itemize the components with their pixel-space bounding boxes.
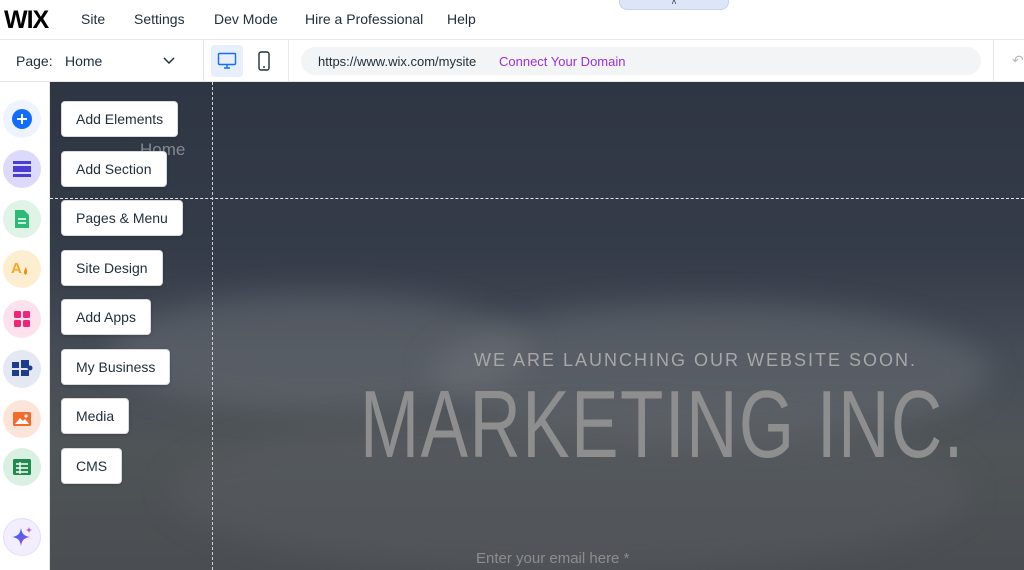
menu-settings[interactable]: Settings: [134, 11, 185, 27]
desktop-icon: [217, 52, 237, 69]
apps-grid-icon: [14, 311, 30, 327]
divider: [288, 40, 289, 82]
tooltip-media[interactable]: Media: [61, 398, 130, 434]
divider: [203, 40, 204, 82]
tooltip-pages-menu[interactable]: Pages & Menu: [61, 200, 183, 236]
divider: [993, 40, 994, 82]
tooltip-cms[interactable]: CMS: [61, 448, 123, 484]
sparkle-icon: [12, 527, 32, 546]
chevron-down-icon[interactable]: [161, 52, 177, 68]
chevron-up-icon: ˄: [671, 0, 677, 7]
undo-icon[interactable]: ↶: [1012, 52, 1024, 69]
menu-site[interactable]: Site: [81, 11, 105, 27]
tooltip-my-business[interactable]: My Business: [61, 349, 171, 385]
gridline-guide: [212, 82, 213, 570]
url-bar[interactable]: https://www.wix.com/mysite Connect Your …: [301, 47, 981, 75]
site-design-button[interactable]: A: [3, 250, 41, 288]
design-icon: A: [11, 260, 28, 277]
my-business-button[interactable]: [3, 350, 41, 388]
business-icon: [12, 360, 33, 376]
page-selector[interactable]: Home: [65, 53, 102, 69]
tooltip-add-apps[interactable]: Add Apps: [61, 299, 151, 335]
page-icon: [15, 210, 29, 228]
cms-button[interactable]: [3, 448, 41, 486]
table-icon: [13, 459, 31, 475]
section-icon: [13, 161, 31, 177]
company-title[interactable]: MARKETING INC.: [360, 370, 965, 480]
media-button[interactable]: [3, 400, 41, 438]
add-apps-button[interactable]: [3, 300, 41, 338]
site-url[interactable]: https://www.wix.com/mysite: [318, 54, 476, 69]
plus-circle-icon: [12, 109, 32, 129]
site-canvas[interactable]: Home WE ARE LAUNCHING OUR WEBSITE SOON. …: [50, 82, 1024, 570]
pages-menu-button[interactable]: [3, 200, 41, 238]
wix-logo[interactable]: WIX: [4, 6, 49, 35]
image-icon: [13, 412, 31, 426]
add-section-button[interactable]: [3, 150, 41, 188]
ai-assistant-button[interactable]: [3, 518, 41, 556]
collapse-toolbar-button[interactable]: ˄: [619, 0, 729, 10]
menu-hire-professional[interactable]: Hire a Professional: [305, 11, 423, 27]
mobile-icon: [258, 51, 270, 71]
menu-dev-mode[interactable]: Dev Mode: [214, 11, 278, 27]
desktop-view-button[interactable]: [211, 45, 243, 77]
header-guide-line: [50, 198, 1024, 199]
menu-help[interactable]: Help: [447, 11, 476, 27]
email-input[interactable]: Enter your email here *: [476, 550, 629, 567]
svg-text:A: A: [11, 260, 22, 277]
left-sidebar: A: [0, 82, 50, 570]
mobile-view-button[interactable]: [248, 45, 280, 77]
tooltip-site-design[interactable]: Site Design: [61, 250, 163, 286]
connect-domain-link[interactable]: Connect Your Domain: [499, 54, 625, 69]
tooltip-add-elements[interactable]: Add Elements: [61, 101, 179, 137]
top-bar: WIX Site Settings Dev Mode Hire a Profes…: [0, 0, 1024, 40]
launch-tagline[interactable]: WE ARE LAUNCHING OUR WEBSITE SOON.: [474, 350, 917, 371]
page-label: Page:: [16, 53, 53, 69]
tooltip-add-section[interactable]: Add Section: [61, 151, 167, 187]
page-toolbar: Page: Home https://www.wix.com/mysite Co…: [0, 40, 1024, 82]
add-elements-button[interactable]: [3, 100, 41, 138]
